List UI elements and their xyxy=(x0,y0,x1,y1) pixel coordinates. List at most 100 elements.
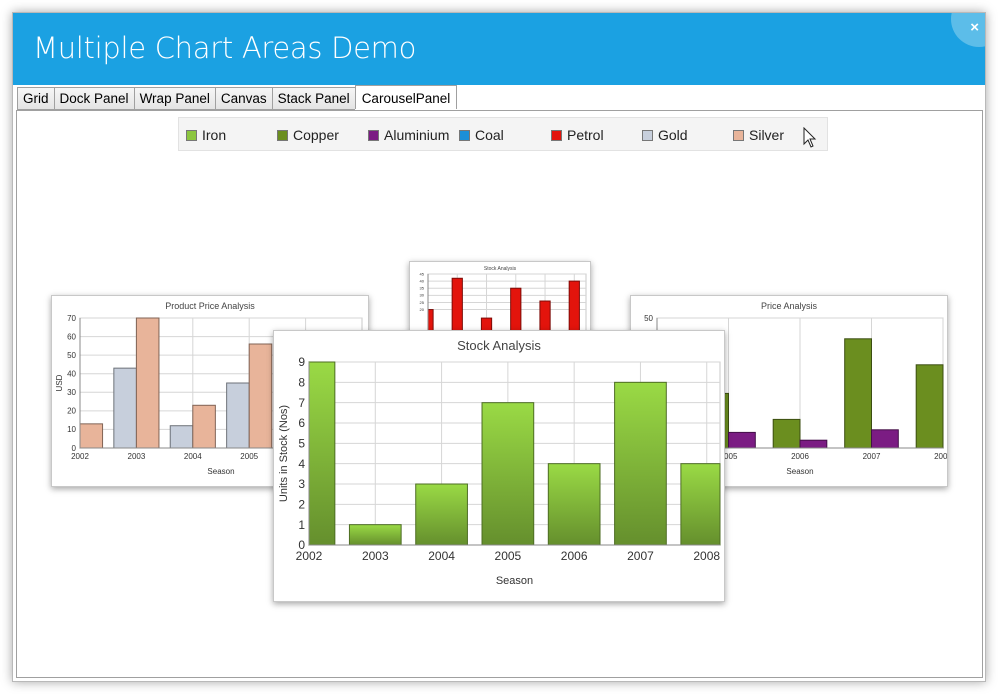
y-tick-label: 60 xyxy=(67,332,76,341)
y-tick-label: 2 xyxy=(298,498,305,512)
legend-swatch-iron xyxy=(186,129,197,141)
tab-dock-panel[interactable]: Dock Panel xyxy=(53,87,134,110)
title-bar: Multiple Chart Areas Demo × xyxy=(13,13,985,85)
legend-label: Iron xyxy=(202,127,227,143)
bar-iron-2006[interactable] xyxy=(547,463,601,546)
legend-label: Silver xyxy=(749,127,785,143)
chart-title: Stock Analysis xyxy=(457,338,541,353)
bar-iron-2007[interactable] xyxy=(614,381,667,546)
x-axis-label: Season xyxy=(207,467,234,476)
chart-title: Price Analysis xyxy=(761,301,818,311)
x-tick-label: 2008 xyxy=(934,452,947,461)
bar-silver-2004[interactable] xyxy=(192,404,216,449)
y-tick-label: 25 xyxy=(420,300,425,305)
bar-copper-2008[interactable] xyxy=(915,364,944,449)
tab-content: Iron Copper Aluminium Coal Petrol Gold S… xyxy=(16,110,983,678)
tab-carousel-panel[interactable]: CarouselPanel xyxy=(354,85,458,109)
bar-copper-2006[interactable] xyxy=(772,418,801,449)
x-tick-label: 2003 xyxy=(128,452,146,461)
bar-silver-2002[interactable] xyxy=(79,423,104,449)
x-tick-label: 2002 xyxy=(296,549,323,563)
y-tick-label: 20 xyxy=(420,307,425,312)
y-axis-label: Units in Stock (Nos) xyxy=(278,405,290,502)
bar-gold-2005[interactable] xyxy=(226,382,250,449)
bar-copper-2007[interactable] xyxy=(844,338,872,449)
legend-label: Copper xyxy=(293,127,339,143)
x-tick-label: 2007 xyxy=(627,549,654,563)
legend-swatch-copper xyxy=(277,129,288,141)
y-tick-label: 30 xyxy=(67,388,76,397)
bar-gold-2004[interactable] xyxy=(169,425,194,449)
x-tick-label: 2006 xyxy=(791,452,809,461)
y-tick-label: 70 xyxy=(67,314,76,323)
tab-wrap-panel[interactable]: Wrap Panel xyxy=(133,87,215,110)
tab-strip: Grid Dock Panel Wrap Panel Canvas Stack … xyxy=(17,85,458,110)
legend-item-gold[interactable]: Gold xyxy=(642,127,688,143)
y-tick-label: 7 xyxy=(298,396,305,410)
y-tick-label: 20 xyxy=(67,407,76,416)
y-tick-label: 3 xyxy=(298,477,305,491)
tab-grid[interactable]: Grid xyxy=(17,87,54,110)
y-tick-label: 40 xyxy=(67,370,76,379)
bar-iron-2008[interactable] xyxy=(680,463,721,546)
x-tick-label: 2005 xyxy=(495,549,522,563)
bar-gold-2003[interactable] xyxy=(113,367,137,449)
chart-card-stock-analysis[interactable]: Stock Analysis 0 1 2 3 4 5 6 7 8 9 2002 2003 2004 2005… xyxy=(273,330,725,602)
legend-swatch-gold xyxy=(642,129,653,141)
chart-svg: Stock Analysis01234567892002 2003 2004 2005… xyxy=(278,338,721,587)
y-tick-label: 50 xyxy=(67,351,76,360)
bar-iron-2004[interactable] xyxy=(415,483,468,546)
chart-legend: Iron Copper Aluminium Coal Petrol Gold S… xyxy=(178,117,828,151)
bar-silver-2005[interactable] xyxy=(248,343,273,449)
y-tick-label: 40 xyxy=(420,279,425,284)
y-tick-label: 4 xyxy=(298,457,305,471)
y-tick-label: 45 xyxy=(420,271,425,276)
chart-title: Stock Analysis xyxy=(484,266,517,272)
x-tick-label: 2004 xyxy=(184,452,202,461)
bar-aluminium-2005[interactable] xyxy=(728,431,756,449)
y-tick-label: 50 xyxy=(644,314,653,323)
y-tick-label: 30 xyxy=(420,293,425,298)
x-axis-label: Season xyxy=(786,467,813,476)
x-tick-label: 2007 xyxy=(863,452,881,461)
legend-swatch-petrol xyxy=(551,129,562,141)
tab-stack-panel[interactable]: Stack Panel xyxy=(271,87,355,110)
legend-item-petrol[interactable]: Petrol xyxy=(551,127,604,143)
legend-label: Petrol xyxy=(567,127,604,143)
legend-label: Gold xyxy=(658,127,688,143)
legend-label: Aluminium xyxy=(384,127,450,143)
x-tick-label: 2008 xyxy=(693,549,720,563)
legend-item-copper[interactable]: Copper xyxy=(277,127,339,143)
y-tick-label: 9 xyxy=(298,355,305,369)
bar-iron-2003[interactable] xyxy=(348,524,402,546)
y-tick-label: 5 xyxy=(298,437,305,451)
x-axis-label: Season xyxy=(496,575,533,587)
legend-item-iron[interactable]: Iron xyxy=(186,127,226,143)
y-tick-label: 8 xyxy=(298,376,305,390)
bar-iron-2005[interactable] xyxy=(481,402,535,546)
bar-aluminium-2007[interactable] xyxy=(871,429,899,449)
legend-swatch-coal xyxy=(459,129,470,141)
app-window: Multiple Chart Areas Demo × Grid Dock Pa… xyxy=(12,12,986,682)
x-tick-label: 2005 xyxy=(240,452,258,461)
mouse-pointer-icon xyxy=(803,127,817,148)
legend-swatch-silver xyxy=(733,129,744,141)
y-tick-label: 1 xyxy=(298,518,305,532)
legend-item-coal[interactable]: Coal xyxy=(459,127,504,143)
legend-item-aluminium[interactable]: Aluminium xyxy=(368,127,449,143)
tab-canvas[interactable]: Canvas xyxy=(214,87,272,110)
close-button[interactable] xyxy=(951,13,985,47)
legend-swatch-aluminium xyxy=(368,129,379,141)
bar-aluminium-2006[interactable] xyxy=(799,439,828,449)
chart-title: Product Price Analysis xyxy=(165,301,255,311)
close-icon[interactable]: × xyxy=(970,19,979,36)
window-title: Multiple Chart Areas Demo xyxy=(33,31,417,65)
bar-iron-2002[interactable] xyxy=(308,361,336,546)
legend-label: Coal xyxy=(475,127,504,143)
y-tick-label: 10 xyxy=(67,425,76,434)
bar-silver-2003[interactable] xyxy=(135,317,160,449)
x-tick-label: 2006 xyxy=(561,549,588,563)
y-tick-label: 6 xyxy=(298,416,305,430)
legend-item-silver[interactable]: Silver xyxy=(733,127,784,143)
y-tick-label: 35 xyxy=(420,286,425,291)
